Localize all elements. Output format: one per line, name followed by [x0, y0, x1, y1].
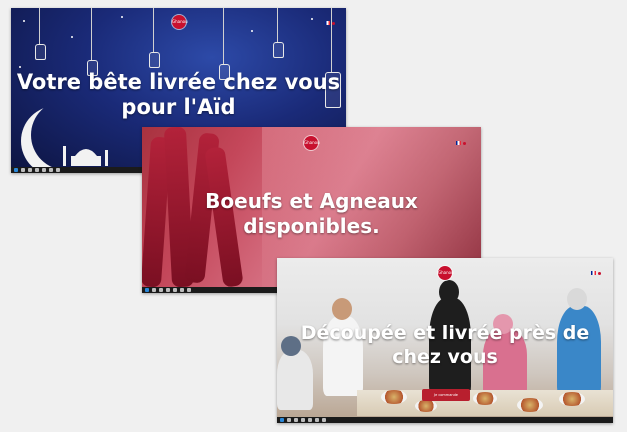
folder-icon[interactable] — [42, 168, 46, 172]
mosque-icon — [63, 146, 108, 166]
french-flag-icon — [591, 271, 596, 275]
task-view-icon[interactable] — [28, 168, 32, 172]
star-icon — [311, 18, 313, 20]
star-icon — [121, 16, 123, 18]
star-icon — [71, 36, 73, 38]
lantern-icon — [149, 52, 160, 68]
browser-icon[interactable] — [35, 168, 39, 172]
headline-line2: pour l'Aïd — [121, 95, 236, 119]
star-icon — [23, 20, 25, 22]
browser-icon[interactable] — [166, 288, 170, 292]
french-flag-icon — [456, 141, 461, 145]
mail-icon[interactable] — [187, 288, 191, 292]
hero-headline: Découpée et livrée près de chez vous — [277, 321, 613, 369]
lantern-icon — [35, 44, 46, 60]
browser-icon[interactable] — [301, 418, 305, 422]
task-view-icon[interactable] — [159, 288, 163, 292]
task-view-icon[interactable] — [294, 418, 298, 422]
mail-icon[interactable] — [56, 168, 60, 172]
windows-taskbar — [277, 417, 613, 423]
folder-icon[interactable] — [308, 418, 312, 422]
brand-logo[interactable]: Ghanou — [172, 15, 188, 29]
language-switch[interactable] — [325, 21, 335, 25]
language-switch[interactable] — [591, 271, 601, 275]
headline-line2: chez vous — [392, 346, 498, 368]
search-icon[interactable] — [152, 288, 156, 292]
search-icon[interactable] — [21, 168, 25, 172]
lantern-icon — [273, 42, 284, 58]
hero-headline: Votre bête livrée chez vous pour l'Aïd — [11, 70, 346, 120]
cart-icon[interactable] — [463, 141, 466, 145]
store-icon[interactable] — [315, 418, 319, 422]
headline-line1: Votre bête livrée chez vous — [16, 70, 341, 94]
cart-icon[interactable] — [598, 271, 601, 275]
order-button[interactable]: Je commande — [422, 389, 470, 401]
store-icon[interactable] — [180, 288, 184, 292]
brand-logo[interactable]: Ghanou — [304, 136, 320, 150]
cut-delivered-screenshot: Ghanou Découpée et livrée près de chez v… — [277, 258, 613, 423]
language-switch[interactable] — [456, 141, 466, 145]
windows-start-icon[interactable] — [280, 418, 284, 422]
windows-start-icon[interactable] — [14, 168, 18, 172]
headline-line1: Découpée et livrée près de — [300, 322, 590, 344]
hero-headline: Boeufs et Agneaux disponibles. — [142, 189, 481, 239]
headline-line1: Boeufs et Agneaux — [205, 189, 418, 213]
french-flag-icon — [325, 21, 330, 25]
search-icon[interactable] — [287, 418, 291, 422]
brand-logo[interactable]: Ghanou — [438, 266, 454, 280]
star-icon — [251, 30, 253, 32]
star-icon — [19, 66, 21, 68]
cart-icon[interactable] — [332, 21, 335, 25]
windows-start-icon[interactable] — [145, 288, 149, 292]
mail-icon[interactable] — [322, 418, 326, 422]
store-icon[interactable] — [49, 168, 53, 172]
folder-icon[interactable] — [173, 288, 177, 292]
headline-line2: disponibles. — [243, 214, 380, 238]
